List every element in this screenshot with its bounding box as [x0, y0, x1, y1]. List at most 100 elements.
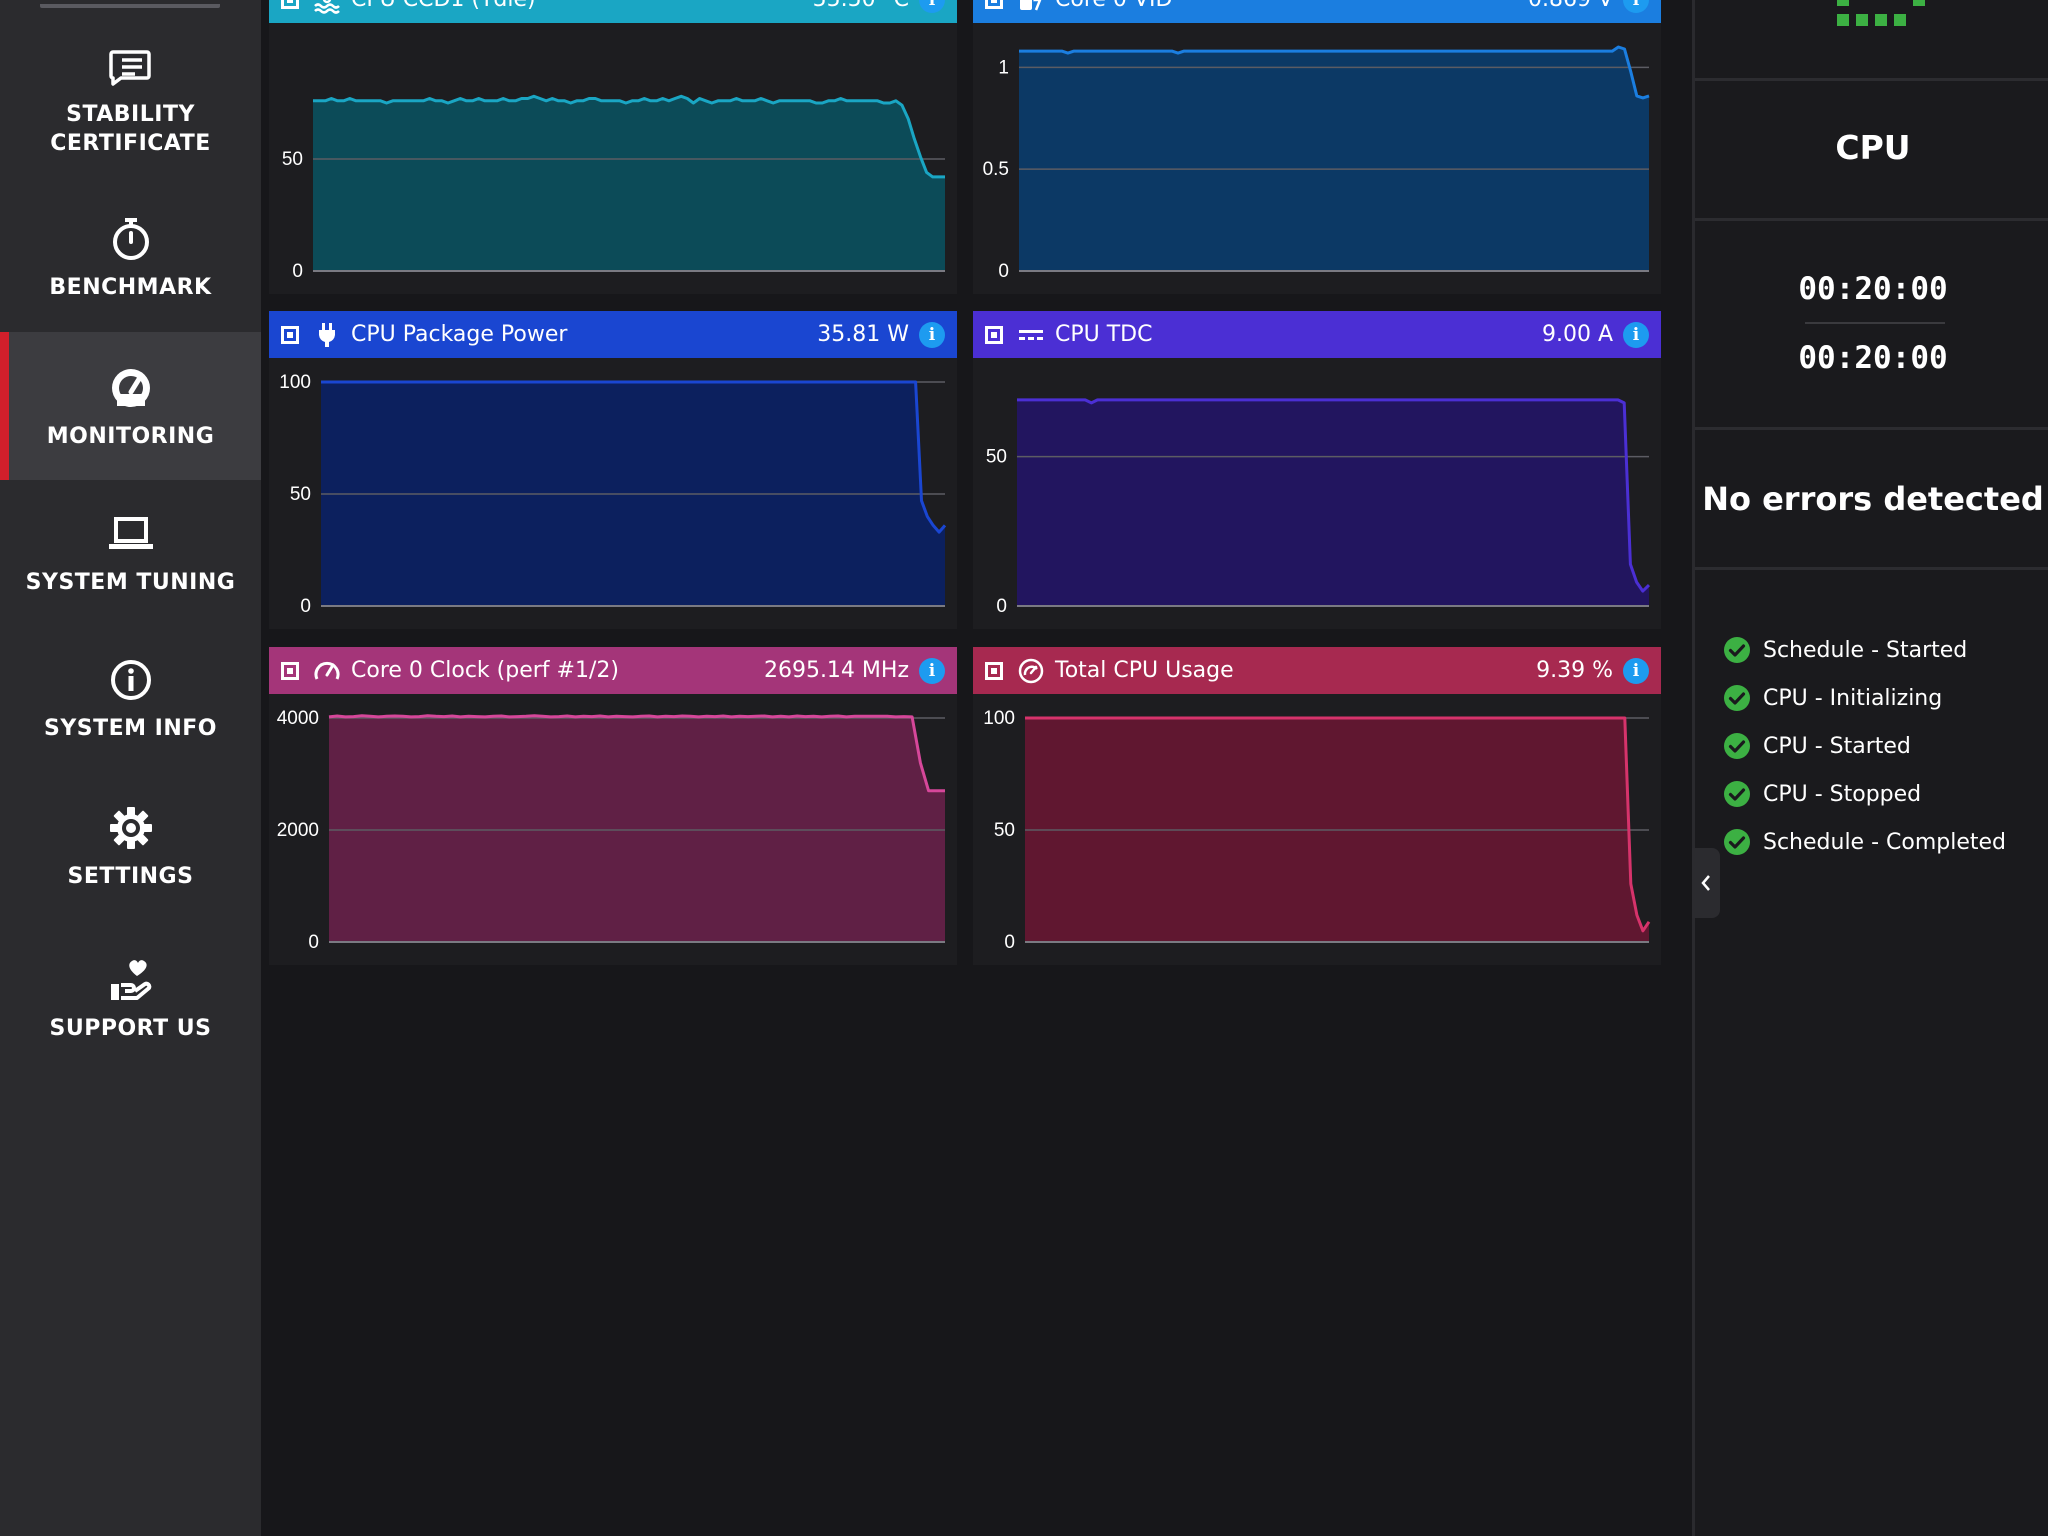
event-log: Schedule - Started CPU - Initializing CPU …: [1723, 626, 2006, 866]
chart-current-value: 35.81 W: [817, 322, 909, 347]
chart-current-value: 0.869 V: [1528, 0, 1613, 12]
chart-select-checkbox[interactable]: [985, 325, 1003, 344]
sidebar-item-monitoring[interactable]: MONITORING: [0, 332, 261, 480]
status-indicator-icon: [1837, 0, 1925, 26]
laptop-icon: [108, 517, 153, 549]
check-circle-icon: [1724, 637, 1750, 663]
chart-panel-cpu-ccd1: CPU CCD1 (Tdie) 55.50 °C i 0 50: [269, 0, 957, 294]
y-tick-label: 50: [282, 149, 303, 170]
chart-panel-core0-vid: Core 0 VID 0.869 V i 00.51: [973, 0, 1661, 294]
chart-plot: 00.51: [983, 45, 1650, 282]
event-log-text: CPU - Initializing: [1763, 685, 1943, 711]
chart-plot: 0 50: [986, 398, 1651, 617]
event-log-text: Schedule - Completed: [1763, 829, 2007, 855]
y-tick-label: 100: [983, 708, 1015, 729]
test-status-panel: CPU 00:20:00 00:20:00 No errors detected…: [1692, 0, 2048, 1536]
chart-panel-total-cpu-usage: Total CPU Usage 9.39 % i 0 50 100: [973, 647, 1661, 965]
divider: [1695, 567, 2048, 570]
y-tick-label: 0: [292, 261, 303, 282]
event-log-text: CPU - Stopped: [1763, 781, 1922, 807]
y-tick-label: 50: [986, 447, 1007, 468]
chart-plot: 0 2000 4000: [277, 708, 945, 953]
chart-info-icon[interactable]: i: [919, 657, 945, 684]
sidebar-item-label: STABILITY CERTIFICATE: [50, 102, 211, 156]
y-tick-label: 2000: [277, 820, 319, 841]
chart-plot: 0 50 100: [279, 372, 947, 617]
divider: [1695, 427, 2048, 430]
gauge-icon: [111, 368, 150, 407]
sidebar-item-system-info[interactable]: SYSTEM INFO: [0, 654, 261, 754]
sidebar-item-label: MONITORING: [46, 423, 215, 449]
y-tick-label: 0: [300, 596, 311, 617]
event-log-item: CPU - Stopped: [1723, 770, 2006, 818]
chart-header: Core 0 VID 0.869 V i: [973, 0, 1661, 23]
chart-header: CPU TDC 9.00 A i: [973, 311, 1661, 358]
sidebar-top-stub: [40, 0, 220, 8]
certificate-icon: [108, 50, 151, 86]
temperature-icon: [314, 0, 340, 14]
chart-header: CPU Package Power 35.81 W i: [269, 311, 957, 358]
voltage-icon: [1020, 0, 1042, 10]
sidebar-item-settings[interactable]: SETTINGS: [0, 802, 261, 902]
chart-select-checkbox[interactable]: [985, 661, 1003, 680]
chart-info-icon[interactable]: i: [919, 0, 945, 13]
chart-info-icon[interactable]: i: [919, 321, 945, 348]
plug-icon: [319, 322, 335, 347]
sidebar-item-support-us[interactable]: SUPPORT US: [0, 954, 261, 1054]
sidebar-item-label: SYSTEM TUNING: [25, 570, 236, 595]
series-area: [1017, 399, 1649, 606]
chart-info-icon[interactable]: i: [1623, 0, 1649, 13]
chart-header: Core 0 Clock (perf #1/2) 2695.14 MHz i: [269, 647, 957, 694]
y-tick-label: 0: [1004, 932, 1015, 953]
event-log-item: CPU - Started: [1723, 722, 2006, 770]
event-log-text: CPU - Started: [1763, 733, 1911, 759]
event-log-item: Schedule - Completed: [1723, 818, 2006, 866]
y-tick-label: 1: [998, 57, 1009, 78]
chart-plot: 0 50: [282, 94, 945, 282]
stopwatch-icon: [112, 218, 149, 260]
y-tick-label: 50: [290, 484, 311, 505]
chart-select-checkbox[interactable]: [985, 0, 1003, 9]
y-tick-label: 0: [308, 932, 319, 953]
chart-panel-cpu-package-power: CPU Package Power 35.81 W i 0 50 100: [269, 311, 957, 629]
elapsed-timer: 00:20:00: [1798, 271, 1948, 307]
chart-title: Total CPU Usage: [1055, 658, 1234, 683]
timer-divider: [1805, 322, 1945, 324]
sidebar-item-system-tuning[interactable]: SYSTEM TUNING: [0, 508, 261, 608]
chart-current-value: 2695.14 MHz: [763, 658, 909, 683]
chart-title: CPU Package Power: [351, 322, 568, 347]
event-log-item: Schedule - Started: [1723, 626, 2006, 674]
chart-select-checkbox[interactable]: [281, 325, 299, 344]
total-timer: 00:20:00: [1798, 340, 1948, 376]
sidebar-item-stability-certificate[interactable]: STABILITY CERTIFICATE: [0, 40, 261, 170]
chart-panel-core0-clock: Core 0 Clock (perf #1/2) 2695.14 MHz i 0…: [269, 647, 957, 965]
y-tick-label: 100: [279, 372, 311, 393]
collapse-panel-button[interactable]: [1692, 848, 1720, 918]
sidebar-item-label: SETTINGS: [67, 864, 194, 889]
chart-info-icon[interactable]: i: [1623, 321, 1649, 348]
heart-hand-icon: [110, 960, 151, 1000]
chart-title: Core 0 VID: [1055, 0, 1172, 12]
chart-select-checkbox[interactable]: [281, 0, 299, 9]
y-tick-label: 50: [994, 820, 1015, 841]
check-circle-icon: [1724, 685, 1750, 711]
chart-current-value: 55.50 °C: [813, 0, 909, 12]
chart-panel-cpu-tdc: CPU TDC 9.00 A i 0 50: [973, 311, 1661, 629]
test-target-title: CPU: [1835, 128, 1911, 167]
check-circle-icon: [1724, 733, 1750, 759]
y-tick-label: 0: [998, 261, 1009, 282]
gear-icon: [109, 807, 152, 849]
event-log-text: Schedule - Started: [1763, 637, 1968, 663]
speedometer-icon: [314, 661, 340, 680]
check-circle-icon: [1724, 781, 1750, 807]
chart-current-value: 9.39 %: [1536, 658, 1613, 683]
chart-info-icon[interactable]: i: [1623, 657, 1649, 684]
chart-title: CPU TDC: [1055, 322, 1153, 347]
sidebar: STABILITY CERTIFICATE BENCHMARK MONITORI…: [0, 0, 261, 1536]
sidebar-item-label: SYSTEM INFO: [43, 716, 218, 741]
chart-select-checkbox[interactable]: [281, 661, 299, 680]
divider: [1695, 78, 2048, 81]
chart-header: CPU CCD1 (Tdie) 55.50 °C i: [269, 0, 957, 23]
sidebar-item-benchmark[interactable]: BENCHMARK: [0, 213, 261, 313]
y-tick-label: 4000: [277, 708, 319, 729]
